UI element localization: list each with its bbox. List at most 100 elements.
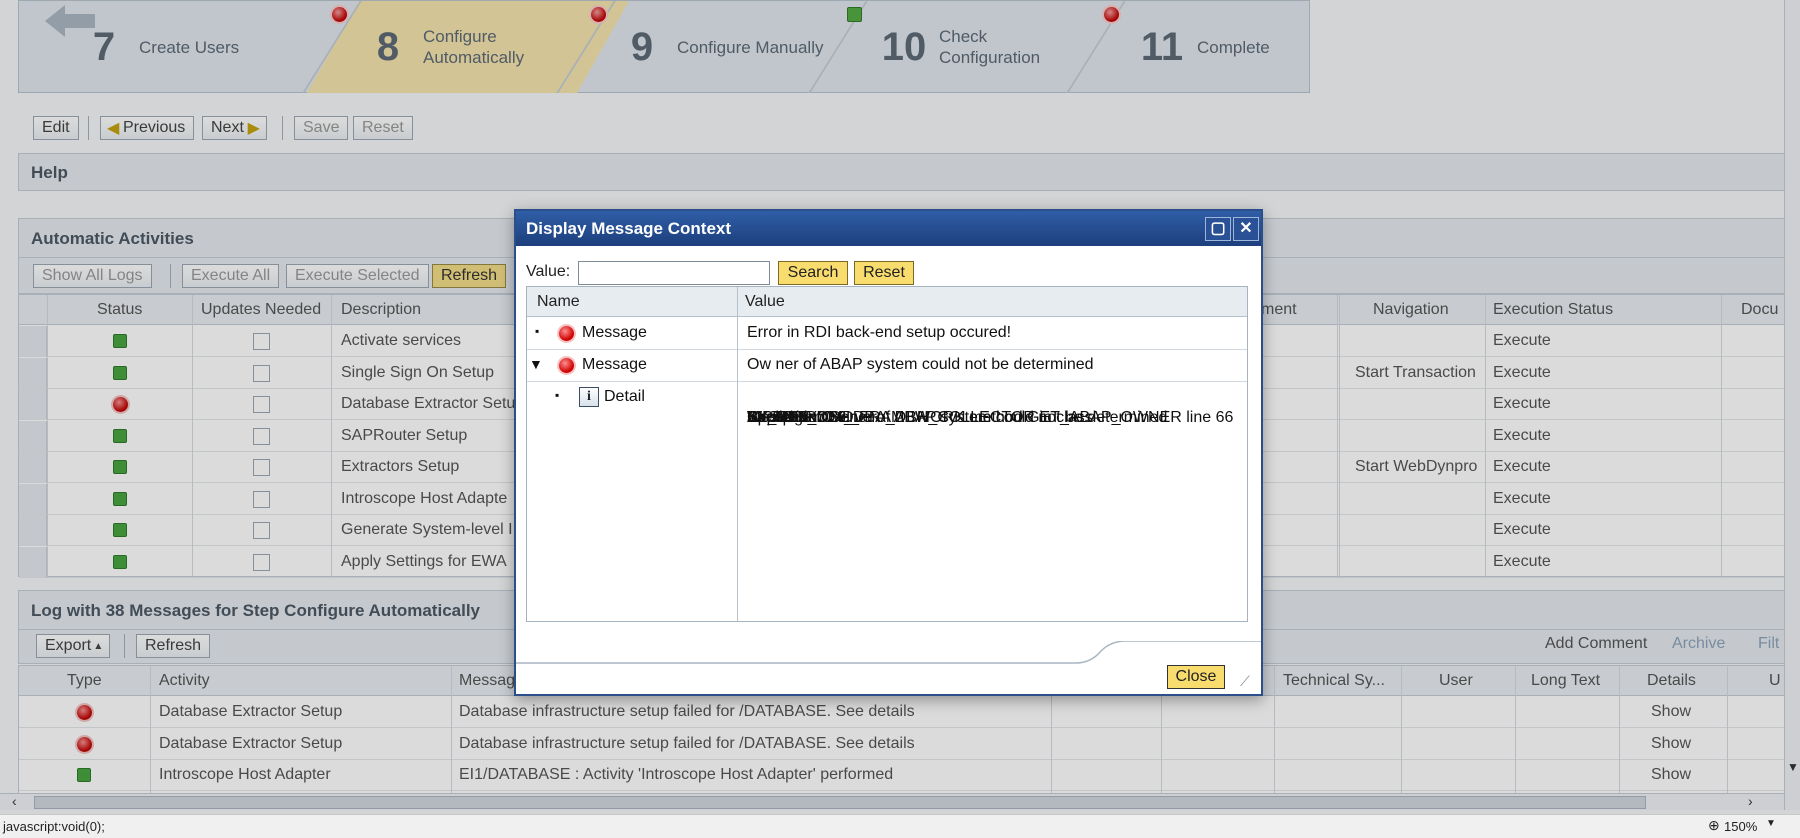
resize-grip-icon[interactable]: ⟋ (1240, 673, 1250, 690)
execute-link[interactable]: Execute (1493, 458, 1551, 476)
error-status-icon (332, 7, 347, 22)
header-message[interactable]: Messag (459, 672, 515, 690)
execute-all-button[interactable]: Execute All (182, 264, 280, 288)
archive-link[interactable]: Archive (1672, 635, 1725, 653)
table-row[interactable]: Introscope Host Adapter EI1/DATABASE : Ac… (19, 760, 1789, 791)
horizontal-scrollbar[interactable]: ‹ › (0, 793, 1784, 810)
show-details-link[interactable]: Show (1651, 766, 1691, 784)
ok-status-icon (77, 768, 91, 782)
row-selector[interactable] (19, 326, 47, 356)
close-icon[interactable]: ✕ (1233, 217, 1259, 241)
zoom-icon[interactable]: ⊕ (1708, 817, 1720, 834)
search-button[interactable]: Search (778, 261, 848, 285)
header-value[interactable]: Value (745, 293, 785, 311)
show-all-logs-button[interactable]: Show All Logs (33, 264, 152, 288)
header-documentation[interactable]: Docu (1741, 301, 1778, 319)
updates-needed-checkbox[interactable] (253, 490, 270, 508)
wizard-step-7[interactable]: 7 Create Users (79, 1, 319, 93)
execute-link[interactable]: Execute (1493, 332, 1551, 350)
updates-needed-checkbox[interactable] (253, 427, 270, 445)
updates-needed-checkbox[interactable] (253, 522, 270, 539)
zoom-level[interactable]: 150% (1724, 819, 1757, 834)
header-execution-status[interactable]: Execution Status (1493, 301, 1613, 319)
header-long-text[interactable]: Long Text (1531, 672, 1600, 690)
info-icon: i (579, 387, 599, 407)
updates-needed-checkbox[interactable] (253, 396, 270, 413)
execute-link[interactable]: Execute (1493, 521, 1551, 539)
dialog-title-bar[interactable]: Display Message Context ▢ ✕ (516, 211, 1261, 246)
row-selector[interactable] (19, 389, 47, 419)
status-url: javascript:void(0); (3, 819, 105, 834)
table-row[interactable]: Database Extractor Setup Database infrast… (19, 697, 1789, 728)
updates-needed-checkbox[interactable] (253, 553, 270, 571)
step-number: 10 (881, 24, 927, 69)
navigation-link[interactable]: Start Transaction (1355, 364, 1476, 382)
reset-button[interactable]: Reset (353, 116, 413, 140)
row-selector[interactable] (19, 483, 47, 514)
row-selector[interactable] (19, 420, 47, 451)
edit-button[interactable]: Edit (33, 116, 79, 140)
header-comment[interactable]: ment (1261, 301, 1297, 319)
value-input[interactable] (578, 261, 770, 285)
previous-button[interactable]: ◀ Previous (100, 116, 195, 140)
wizard-step-10[interactable]: 10 Check Configuration (879, 1, 1119, 93)
add-comment-link[interactable]: Add Comment (1545, 635, 1647, 653)
header-description[interactable]: Description (341, 301, 421, 319)
row-value: Ow ner of ABAP system could not be deter… (747, 356, 1094, 373)
show-details-link[interactable]: Show (1651, 703, 1691, 721)
value-label: Value: (526, 263, 571, 280)
header-status[interactable]: Status (97, 301, 142, 319)
header-u[interactable]: U (1769, 672, 1781, 690)
tree-row[interactable]: ▼ Message Ow ner of ABAP system could no… (527, 350, 1247, 382)
execute-link[interactable]: Execute (1493, 427, 1551, 445)
wizard-step-8[interactable]: 8 Configure Automatically (307, 1, 629, 93)
dialog-footer-curve (516, 641, 1261, 664)
export-label: Export (45, 637, 92, 654)
header-technical-system[interactable]: Technical Sy... (1283, 672, 1385, 690)
show-details-link[interactable]: Show (1651, 735, 1691, 753)
header-details[interactable]: Details (1647, 672, 1696, 690)
execute-link[interactable]: Execute (1493, 553, 1551, 571)
header-activity[interactable]: Activity (159, 672, 210, 690)
updates-needed-checkbox[interactable] (253, 333, 270, 350)
execute-link[interactable]: Execute (1493, 395, 1551, 413)
tree-row-detail[interactable]: ▪ i Detail Exception CX_DBA_DBH_COLLECTO… (527, 382, 1247, 622)
row-selector[interactable] (19, 515, 47, 545)
dialog-reset-button[interactable]: Reset (854, 261, 914, 285)
updates-needed-checkbox[interactable] (253, 459, 270, 476)
header-user[interactable]: User (1439, 672, 1473, 690)
scroll-down-icon[interactable]: ▼ (1787, 760, 1799, 774)
export-button[interactable]: Export ▲ (36, 634, 111, 658)
next-button[interactable]: Next ▶ (202, 116, 267, 140)
scroll-left-icon[interactable]: ‹ (12, 793, 17, 809)
vertical-scrollbar[interactable]: ▼ (1784, 0, 1800, 810)
execute-link[interactable]: Execute (1493, 490, 1551, 508)
step-number: 8 (376, 24, 400, 69)
expand-toggle-icon[interactable]: ▼ (529, 356, 543, 372)
updates-needed-checkbox[interactable] (253, 364, 270, 382)
wizard-step-9[interactable]: 9 Configure Manually (617, 1, 857, 93)
refresh-button[interactable]: Refresh (432, 264, 507, 288)
zoom-dropdown-icon[interactable]: ▼ (1766, 818, 1776, 829)
execute-selected-button[interactable]: Execute Selected (286, 264, 429, 288)
maximize-icon[interactable]: ▢ (1205, 217, 1231, 241)
close-button[interactable]: Close (1167, 665, 1225, 689)
execute-link[interactable]: Execute (1493, 364, 1551, 382)
table-row[interactable]: Database Extractor Setup Database infrast… (19, 729, 1789, 760)
tree-row[interactable]: ▪ Message Error in RDI back-end setup oc… (527, 318, 1247, 350)
header-navigation[interactable]: Navigation (1373, 301, 1449, 319)
header-type[interactable]: Type (67, 672, 102, 690)
header-updates-needed[interactable]: Updates Needed (201, 301, 321, 319)
help-panel[interactable]: Help (18, 153, 1788, 191)
scroll-right-icon[interactable]: › (1748, 793, 1753, 809)
filter-link[interactable]: Filt (1758, 635, 1779, 653)
row-selector[interactable] (19, 452, 47, 482)
row-selector[interactable] (19, 546, 47, 577)
header-name[interactable]: Name (537, 293, 580, 311)
row-selector[interactable] (19, 357, 47, 388)
log-refresh-button[interactable]: Refresh (136, 634, 211, 658)
scrollbar-thumb[interactable] (34, 796, 1646, 809)
wizard-step-11[interactable]: 11 Complete (1137, 1, 1307, 93)
save-button[interactable]: Save (294, 116, 349, 140)
navigation-link[interactable]: Start WebDynpro (1355, 458, 1477, 476)
